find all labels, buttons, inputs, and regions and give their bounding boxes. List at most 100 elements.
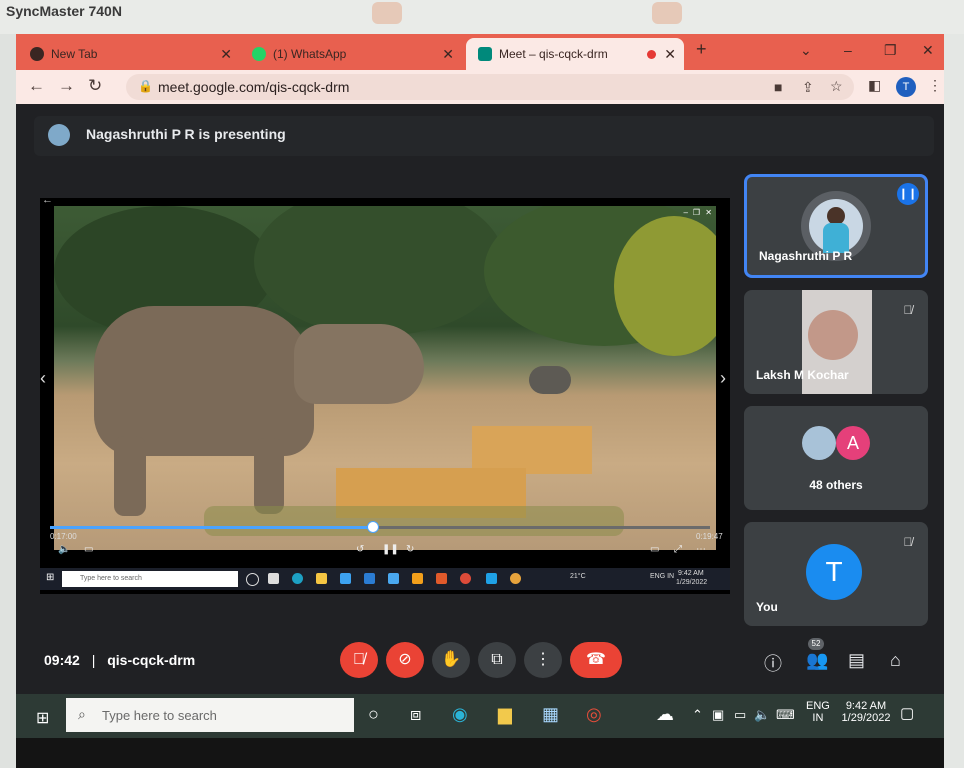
taskbar-search-placeholder: Type here to search	[102, 708, 217, 723]
tab-meet[interactable]: Meet – qis-cqck-drm ✕	[466, 38, 684, 70]
back-arrow-icon[interactable]: ←	[42, 194, 53, 206]
camera-toggle-button[interactable]: ⊘	[386, 642, 424, 678]
task-view-icon[interactable]: ⧈	[410, 704, 421, 725]
cortana-icon[interactable]: ○	[368, 704, 379, 725]
bezel-sticker	[652, 2, 682, 24]
windows-start-icon[interactable]: ⊞	[36, 708, 49, 728]
people-button[interactable]: 52 👥	[806, 638, 828, 671]
taskbar-clock[interactable]: 9:42 AM 1/29/2022	[836, 700, 896, 724]
reload-button[interactable]: ↻	[88, 76, 102, 96]
side-panel-icon[interactable]: ◧	[868, 77, 881, 94]
hand-icon: ✋	[441, 651, 461, 668]
taskbar-date: 1/29/2022	[841, 712, 891, 724]
notification-icon[interactable]: ▢	[900, 704, 914, 722]
mail-icon	[364, 573, 375, 584]
chat-icon[interactable]: ▤	[848, 650, 865, 671]
present-now-button[interactable]: ⧉	[478, 642, 516, 678]
back-button[interactable]: ←	[28, 76, 45, 96]
shared-lang: ENG IN	[650, 573, 675, 580]
fullscreen-icon[interactable]: ⤢	[674, 544, 682, 555]
previous-arrow-icon[interactable]: ‹	[40, 368, 46, 389]
volume-icon[interactable]: 🔈	[58, 544, 70, 555]
participant-name: Nagashruthi P R	[759, 249, 853, 263]
close-tab-icon[interactable]: ✕	[664, 46, 676, 63]
video-current-time: 0:17:00	[50, 532, 77, 541]
camera-icon[interactable]: ■	[774, 79, 782, 95]
mic-off-icon: 🎙̸	[903, 303, 913, 317]
language-top: ENG	[806, 700, 830, 712]
forward-button[interactable]: →	[58, 76, 75, 96]
close-player-icon[interactable]: ✕	[705, 208, 712, 217]
miniplayer-icon[interactable]: ▭	[650, 544, 659, 555]
camera-off-icon: ⊘	[398, 651, 412, 668]
minimize-player-icon[interactable]: –	[684, 208, 688, 217]
share-icon[interactable]: ⇪	[802, 79, 814, 96]
people-count-badge: 52	[808, 638, 824, 650]
profile-avatar[interactable]: T	[896, 77, 916, 97]
address-bar[interactable]: 🔒 meet.google.com/qis-cqck-drm ■ ⇪ ☆	[126, 74, 854, 100]
restore-button[interactable]: ❐	[884, 42, 897, 59]
forward-icon[interactable]: ↻	[406, 544, 414, 555]
close-window-button[interactable]: ✕	[922, 42, 934, 59]
network-icon[interactable]: ▣	[712, 707, 724, 723]
bookmark-star-icon[interactable]: ☆	[830, 78, 843, 95]
tab-new-tab[interactable]: New Tab ✕	[30, 38, 240, 70]
present-screen-icon: ⧉	[491, 651, 503, 668]
monitor-brand: SyncMaster 740N	[6, 3, 122, 19]
mic-toggle-button[interactable]: 🎙̸	[340, 642, 378, 678]
vlc-icon	[412, 573, 423, 584]
display-icon[interactable]: ▭	[734, 707, 746, 723]
restore-player-icon[interactable]: ❐	[693, 208, 700, 217]
edge-icon[interactable]: ◉	[452, 704, 468, 725]
video-scene	[254, 206, 504, 336]
presenting-banner: Nagashruthi P R is presenting	[34, 116, 934, 156]
show-hidden-icons[interactable]: ⌃	[692, 707, 703, 723]
rewind-icon[interactable]: ↺	[356, 544, 364, 555]
keyboard-icon[interactable]: ⌨	[776, 707, 795, 723]
more-options-icon[interactable]: ⋮	[928, 77, 942, 94]
video-progress-bar[interactable]	[50, 521, 710, 533]
more-options-button[interactable]: ⋮	[524, 642, 562, 678]
more-video-options-icon[interactable]: ⋯	[696, 544, 706, 555]
language-bottom: IN	[812, 712, 824, 724]
presentation-stage[interactable]: ← – ❐ ✕ ‹ › 0:17:00 0:19:47 🔈 ▭ ↺ ❚❚ ↻ ▭…	[40, 194, 730, 594]
participant-tile-others[interactable]: A 48 others	[744, 406, 928, 510]
participant-tile-laksh[interactable]: 🎙̸ Laksh M Kochar	[744, 290, 928, 394]
rhino-leg	[254, 438, 284, 514]
tab-search-icon[interactable]: ⌄	[800, 42, 812, 59]
participant-tile-you[interactable]: T 🎙̸ You	[744, 522, 928, 626]
self-avatar: T	[806, 544, 862, 600]
participant-name: You	[756, 600, 778, 614]
captions-icon[interactable]: ▭	[84, 544, 93, 555]
participant-tile-nagashruthi[interactable]: ❙❙ Nagashruthi P R	[744, 174, 928, 278]
close-tab-icon[interactable]: ✕	[220, 46, 232, 63]
pause-icon[interactable]: ❚❚	[382, 544, 399, 555]
video-total-time: 0:19:47	[696, 532, 723, 541]
close-tab-icon[interactable]: ✕	[442, 46, 454, 63]
participant-video	[808, 310, 858, 360]
volume-icon[interactable]: 🔈	[754, 707, 770, 723]
minimize-button[interactable]: –	[844, 42, 852, 58]
shared-video[interactable]: – ❐ ✕	[54, 206, 716, 550]
whatsapp-icon	[252, 47, 266, 61]
language-indicator[interactable]: ENG IN	[806, 700, 830, 724]
rhino-head	[294, 324, 424, 404]
browser-tab-strip: New Tab ✕ (1) WhatsApp ✕ Meet – qis-cqck…	[16, 34, 944, 70]
new-tab-button[interactable]: +	[696, 39, 707, 60]
meeting-clock: 09:42	[44, 652, 80, 668]
shared-date: 1/29/2022	[676, 579, 708, 586]
store-icon[interactable]: ▦	[542, 704, 559, 725]
tab-whatsapp[interactable]: (1) WhatsApp ✕	[252, 38, 462, 70]
participant-name: Laksh M Kochar	[756, 368, 849, 382]
chrome-icon[interactable]: ◎	[586, 704, 602, 725]
distant-rhino	[529, 366, 571, 394]
file-explorer-icon[interactable]: ▆	[498, 704, 512, 725]
meeting-details-icon[interactable]: ⓘ	[764, 650, 782, 676]
leave-call-button[interactable]: ☎	[570, 642, 622, 678]
taskbar-search-box[interactable]: ⌕ Type here to search	[66, 698, 354, 732]
raise-hand-button[interactable]: ✋	[432, 642, 470, 678]
activities-icon[interactable]: ⌂	[890, 650, 901, 671]
browser-toolbar: ← → ↻ 🔒 meet.google.com/qis-cqck-drm ■ ⇪…	[16, 70, 944, 104]
onedrive-icon[interactable]: ☁	[656, 704, 674, 725]
next-arrow-icon[interactable]: ›	[720, 368, 726, 389]
